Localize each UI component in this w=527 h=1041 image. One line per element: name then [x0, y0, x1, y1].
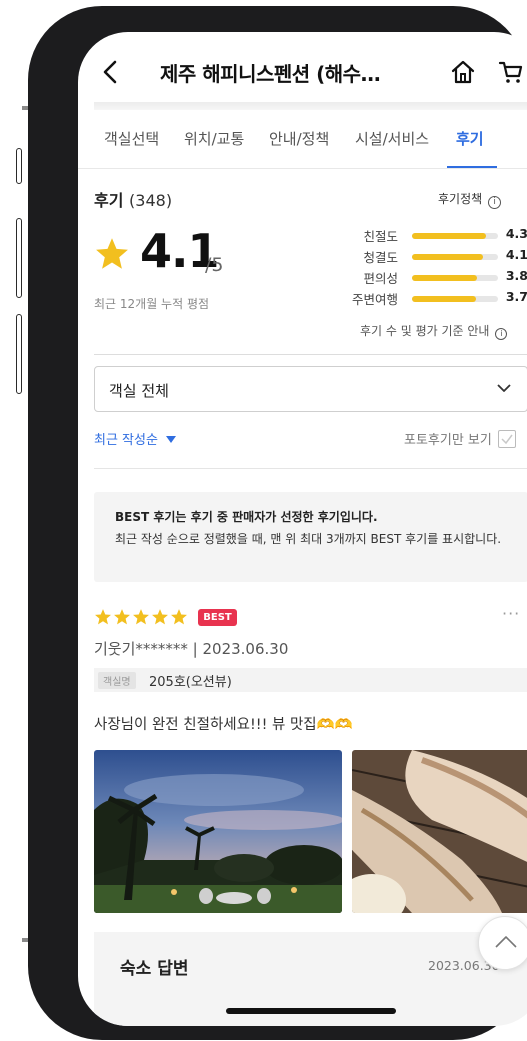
review-photo-garden[interactable] [94, 750, 342, 913]
rating-bar-fill [412, 233, 486, 239]
cart-icon[interactable] [498, 59, 524, 85]
phone-screen: 제주 해피니스펜션 (해수… 객실선택 위치/교통 안내/정책 시설/서비스 후… [78, 32, 527, 1026]
host-reply-title: 숙소 답변 [120, 959, 189, 979]
tab-room-select[interactable]: 객실선택 [104, 128, 159, 149]
photo-only-checkbox[interactable] [497, 430, 516, 448]
rating-period: 최근 12개월 누적 평점 [94, 297, 210, 311]
room-name: 205호(오션뷰) [149, 675, 232, 690]
star-icon [114, 609, 130, 625]
rating-bar-value: 3.8 [505, 268, 527, 283]
rating-bar-row: 청결도 4.1 [328, 247, 527, 267]
review-rating-stars [95, 609, 187, 625]
scroll-to-top-button[interactable] [478, 916, 527, 970]
rating-bar-label: 친절도 [363, 229, 398, 244]
room-filter-dropdown[interactable]: 객실 전체 [94, 366, 527, 412]
chevron-up-icon [495, 936, 517, 948]
rating-bar-fill [412, 275, 478, 281]
rating-basis-label: 후기 수 및 평가 기준 안내 [360, 324, 490, 338]
header-divider [94, 102, 527, 110]
best-notice-desc: 최근 작성 순으로 정렬했을 때, 맨 위 최대 3개까지 BEST 후기를 표… [115, 532, 502, 546]
silent-switch [16, 148, 22, 184]
garden-photo-image [94, 750, 342, 913]
star-icon [96, 238, 128, 269]
tabs-divider [78, 168, 527, 169]
rating-bar-row: 편의성 3.8 [328, 268, 527, 288]
page-title: 제주 해피니스펜션 (해수… [160, 62, 381, 86]
sort-label: 최근 작성순 [94, 433, 158, 448]
rating-bar-row: 친절도 4.3 [328, 226, 527, 246]
review-count: (348) [129, 191, 173, 210]
rating-bar-fill [412, 254, 483, 260]
star-icon [171, 609, 187, 625]
info-icon: i [495, 328, 508, 340]
info-icon: i [488, 196, 502, 209]
tab-reviews[interactable]: 후기 [456, 128, 484, 149]
tab-policy[interactable]: 안내/정책 [269, 128, 329, 149]
rating-bar-value: 4.3 [505, 226, 527, 241]
review-policy-label: 후기정책 [438, 192, 483, 206]
divider [94, 468, 527, 469]
rating-bar-fill [412, 296, 476, 302]
rating-bar-track [412, 296, 498, 302]
review-room-info: 객실명 205호(오션뷰) [94, 668, 527, 692]
review-text: 사장님이 완전 친절하세요!!! 뷰 맛집🫶🫶 [94, 717, 353, 733]
home-icon[interactable] [450, 59, 476, 85]
rating-basis-link[interactable]: 후기 수 및 평가 기준 안내 i [360, 322, 508, 340]
check-icon [501, 434, 513, 445]
phone-frame: 제주 해피니스펜션 (해수… 객실선택 위치/교통 안내/정책 시설/서비스 후… [28, 6, 527, 1040]
room-tag: 객실명 [98, 672, 136, 689]
tab-location[interactable]: 위치/교통 [184, 128, 244, 149]
best-notice-title: BEST 후기는 후기 중 판매자가 선정한 후기입니다. [115, 510, 378, 524]
sort-dropdown[interactable]: 최근 작성순 [94, 429, 177, 448]
review-section-title: 후기 (348) [94, 187, 172, 211]
tab-facilities[interactable]: 시설/서비스 [355, 128, 429, 149]
room-filter-value: 객실 전체 [109, 382, 169, 400]
caret-down-icon [166, 436, 177, 443]
rating-bar-label: 청결도 [363, 250, 398, 265]
star-icon [133, 609, 149, 625]
best-review-notice: BEST 후기는 후기 중 판매자가 선정한 후기입니다. 최근 작성 순으로 … [94, 492, 527, 582]
photo-only-toggle[interactable]: 포토후기만 보기 [404, 429, 516, 448]
star-icon [152, 609, 168, 625]
rating-bar-label: 주변여행 [351, 292, 398, 307]
review-policy-link[interactable]: 후기정책 i [438, 190, 502, 209]
home-indicator [226, 1008, 396, 1014]
star-icon [95, 609, 111, 625]
review-title-label: 후기 [94, 191, 124, 210]
more-options-icon[interactable]: ··· [502, 604, 520, 623]
rating-bar-value: 4.1 [505, 247, 527, 262]
volume-up-button [16, 218, 22, 298]
review-author-date: 기웃기******* | 2023.06.30 [94, 640, 289, 658]
rating-bar-track [412, 275, 498, 281]
chevron-left-icon[interactable] [100, 58, 120, 86]
bbq-photo-image [352, 750, 527, 913]
rating-bar-label: 편의성 [363, 271, 398, 286]
section-tabs: 객실선택 위치/교통 안내/정책 시설/서비스 후기 [78, 124, 527, 169]
divider [94, 354, 527, 355]
best-badge: BEST [198, 609, 237, 626]
photo-only-label: 포토후기만 보기 [404, 433, 492, 448]
app-header: 제주 해피니스펜션 (해수… [78, 32, 527, 112]
volume-down-button [16, 314, 22, 394]
rating-bar-row: 주변여행 3.7 [328, 289, 527, 309]
rating-bar-track [412, 233, 498, 239]
chevron-down-icon [497, 384, 511, 392]
rating-bar-value: 3.7 [505, 289, 527, 304]
review-photo-bbq[interactable] [352, 750, 527, 913]
score-max: /5 [205, 254, 224, 276]
rating-bar-track [412, 254, 498, 260]
